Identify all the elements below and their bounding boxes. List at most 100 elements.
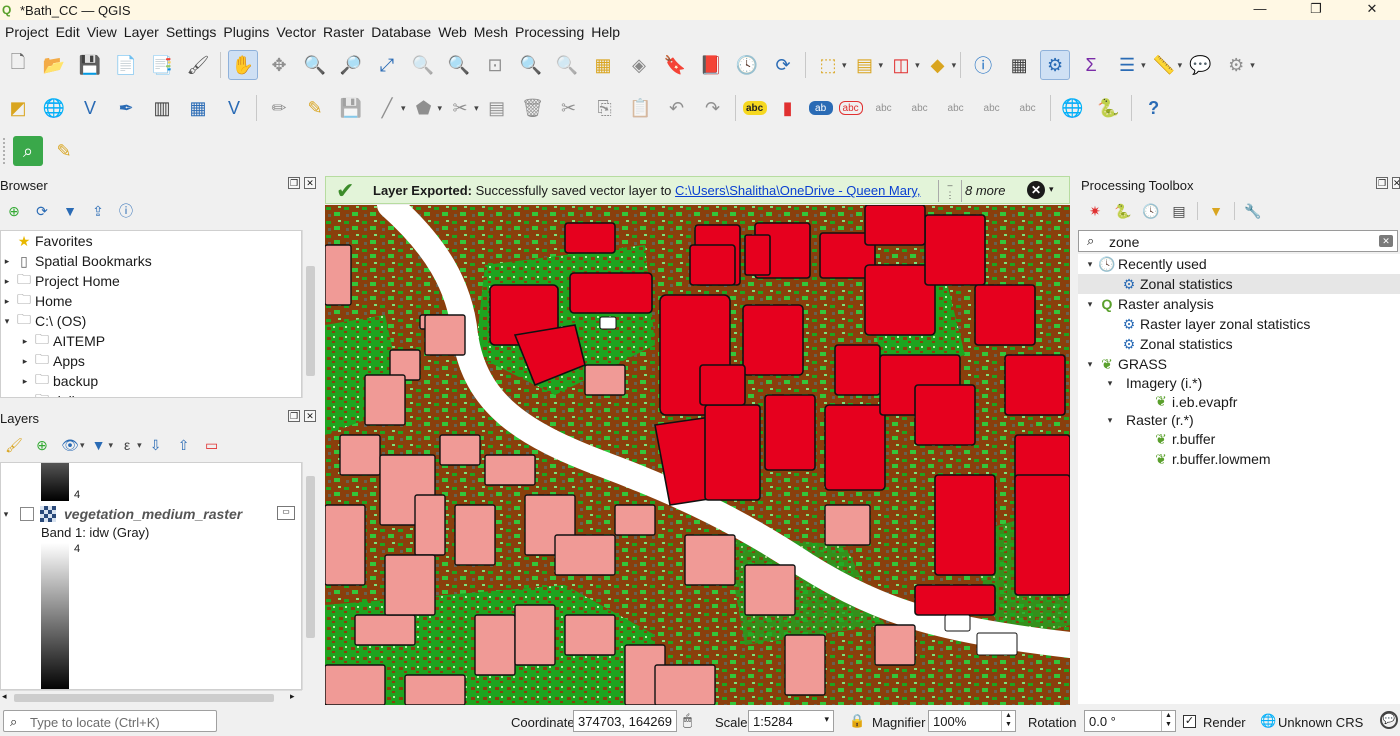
browser-scrollbar[interactable]	[302, 230, 318, 398]
expander-icon[interactable]: ▾	[1, 509, 11, 520]
proc-item-zonal-statistics-recent[interactable]: ⚙ Zonal statistics	[1078, 274, 1400, 294]
data-source-manager-icon[interactable]: ◩	[3, 93, 33, 123]
layer-diagram-icon[interactable]: ▮	[773, 93, 803, 123]
browser-item-favorites[interactable]: ★ Favorites	[1, 231, 301, 251]
collapse-all-icon[interactable]: ⇪	[87, 200, 109, 222]
chevron-down-icon[interactable]: ▾	[109, 440, 114, 451]
magnifier-field[interactable]: 100% ▲ ▼	[928, 710, 1016, 732]
menu-mesh[interactable]: Mesh	[473, 24, 514, 40]
toggle-extents-icon[interactable]: 🖱	[683, 712, 692, 729]
modify-attributes-icon[interactable]: ▤	[482, 93, 512, 123]
redo-icon[interactable]: ↷	[698, 93, 728, 123]
manage-visibility-icon[interactable]: 👁	[59, 434, 81, 456]
rotate-label-icon[interactable]: abc	[941, 93, 971, 123]
chevron-down-icon[interactable]: ▾	[1178, 60, 1183, 71]
proc-item-r-buffer-lowmem[interactable]: ❦ r.buffer.lowmem	[1078, 449, 1400, 469]
help-icon[interactable]: ?	[1139, 93, 1169, 123]
menu-web[interactable]: Web	[437, 24, 473, 40]
current-edits-icon[interactable]: ✏	[264, 93, 294, 123]
bookmark-icon[interactable]: 🔖	[660, 50, 690, 80]
select-by-value-icon[interactable]: ▤	[850, 50, 880, 80]
chevron-down-icon[interactable]: ▾	[915, 60, 920, 71]
zoom-native-icon[interactable]: ⊡	[480, 50, 510, 80]
digitize-line-icon[interactable]: ╱	[372, 93, 402, 123]
rotation-field[interactable]: 0.0 ° ▲ ▼	[1084, 710, 1176, 732]
proc-item-raster-layer-zonal-statistics[interactable]: ⚙ Raster layer zonal statistics	[1078, 314, 1400, 334]
new-print-layout-icon[interactable]: 📄	[111, 50, 141, 80]
menu-processing[interactable]: Processing	[514, 24, 590, 40]
pin-unpin-labels-icon[interactable]: abc	[838, 101, 863, 115]
python-scripts-icon[interactable]: 🐍	[1112, 200, 1134, 222]
menu-database[interactable]: Database	[370, 24, 437, 40]
menu-layer[interactable]: Layer	[123, 24, 165, 40]
refresh-icon[interactable]: ⟳	[31, 200, 53, 222]
browser-item-apps[interactable]: ▸ 🗀 Apps	[1, 351, 301, 371]
spinner-icon[interactable]: ▲ ▼	[1161, 711, 1175, 731]
history-icon[interactable]: 🕓	[1140, 200, 1162, 222]
menu-vector[interactable]: Vector	[275, 24, 322, 40]
map-tips-icon[interactable]: 💬	[1185, 50, 1215, 80]
close-message-icon[interactable]: ✕	[1027, 181, 1045, 199]
zoom-last-icon[interactable]: 🔍	[516, 50, 546, 80]
processing-search-value[interactable]: zone	[1109, 234, 1139, 250]
processing-toolbox-icon[interactable]: ⚙	[1040, 50, 1071, 80]
close-panel-icon[interactable]: ✕	[304, 177, 316, 189]
float-panel-icon[interactable]: ❐	[1376, 177, 1388, 189]
chevron-down-icon[interactable]: ▾	[1049, 184, 1054, 195]
crs-label[interactable]: Unknown CRS	[1278, 715, 1363, 730]
expander-icon[interactable]: ▸	[19, 376, 31, 387]
layer-row-vegetation[interactable]: ▾ vegetation_medium_raster ▭	[1, 504, 301, 524]
cut-features-icon[interactable]: ✂	[554, 93, 584, 123]
deselect-features-icon[interactable]: ◫	[886, 50, 916, 80]
message-stepper[interactable]: – ⋮	[938, 180, 962, 202]
menu-view[interactable]: View	[86, 24, 123, 40]
highlight-pinned-labels-icon[interactable]: ab	[808, 101, 833, 115]
python-console-icon[interactable]: 🐍	[1094, 93, 1124, 123]
proc-item-recently-used[interactable]: ▾ 🕓 Recently used	[1078, 254, 1400, 274]
filter-expression-icon[interactable]: ε	[116, 434, 138, 456]
menu-settings[interactable]: Settings	[165, 24, 223, 40]
spinner-icon[interactable]: ▲ ▼	[1001, 711, 1015, 731]
zoom-next-icon[interactable]: 🔍	[552, 50, 582, 80]
layers-hscrollbar[interactable]: ◂ ▸	[0, 690, 302, 704]
menu-plugins[interactable]: Plugins	[222, 24, 275, 40]
expander-icon[interactable]: ▾	[1084, 299, 1096, 310]
quickmap-plugin-icon[interactable]: ✎	[49, 136, 79, 166]
select-by-location-icon[interactable]: ◆	[923, 50, 953, 80]
chevron-down-icon[interactable]: ▾	[80, 440, 85, 451]
globe-icon[interactable]: 🌐	[1260, 713, 1276, 729]
menu-project[interactable]: Project	[4, 24, 55, 40]
chevron-down-icon[interactable]: ▾	[137, 440, 142, 451]
browser-item-c-drive[interactable]: ▾ 🗀 C:\ (OS)	[1, 311, 301, 331]
coordinate-field[interactable]: 374703, 164269	[573, 710, 677, 732]
filter-icon[interactable]: ▼	[59, 200, 81, 222]
browser-item-spatial-bookmarks[interactable]: ▸ ▯ Spatial Bookmarks	[1, 251, 301, 271]
chevron-down-icon[interactable]: ▾	[952, 60, 957, 71]
select-features-icon[interactable]: ⬚	[813, 50, 843, 80]
scale-combobox[interactable]: 1:5284 ▾	[748, 710, 834, 732]
add-spatial-layer-icon[interactable]: 🌐	[39, 93, 69, 123]
delete-selected-icon[interactable]: 🗑	[518, 93, 548, 123]
menu-edit[interactable]: Edit	[55, 24, 86, 40]
float-panel-icon[interactable]: ❐	[288, 410, 300, 422]
info-icon[interactable]: ⓘ	[115, 200, 137, 222]
add-raster-layer-icon[interactable]: ▦	[183, 93, 213, 123]
scroll-left-icon[interactable]: ◂	[2, 691, 7, 702]
close-window-button[interactable]: ✕	[1344, 0, 1400, 20]
attribute-table-icon[interactable]: ☰	[1112, 50, 1142, 80]
copy-features-icon[interactable]: ⎘	[590, 93, 620, 123]
chevron-down-icon[interactable]: ▾	[879, 60, 884, 71]
zoom-out-icon[interactable]: 🔎	[336, 50, 366, 80]
show-bookmarks-icon[interactable]: 📕	[696, 50, 726, 80]
expander-icon[interactable]: ▸	[19, 336, 31, 347]
metasearch-icon[interactable]: 🌐	[1058, 93, 1088, 123]
proc-item-imagery[interactable]: ▾ Imagery (i.*)	[1078, 374, 1400, 392]
chevron-down-icon[interactable]: ▾	[824, 714, 829, 725]
layer-visibility-checkbox[interactable]	[20, 507, 34, 521]
expander-icon[interactable]: ▸	[1, 276, 13, 287]
lock-icon[interactable]: 🔒	[849, 713, 865, 729]
new-map-view-icon[interactable]: ▦	[588, 50, 618, 80]
locator-field[interactable]: ⌕ Type to locate (Ctrl+K)	[3, 710, 217, 732]
browser-item-dell[interactable]: ▸ 🗀 dell	[1, 391, 301, 397]
search-plugin-icon[interactable]: ⌕	[13, 136, 43, 166]
